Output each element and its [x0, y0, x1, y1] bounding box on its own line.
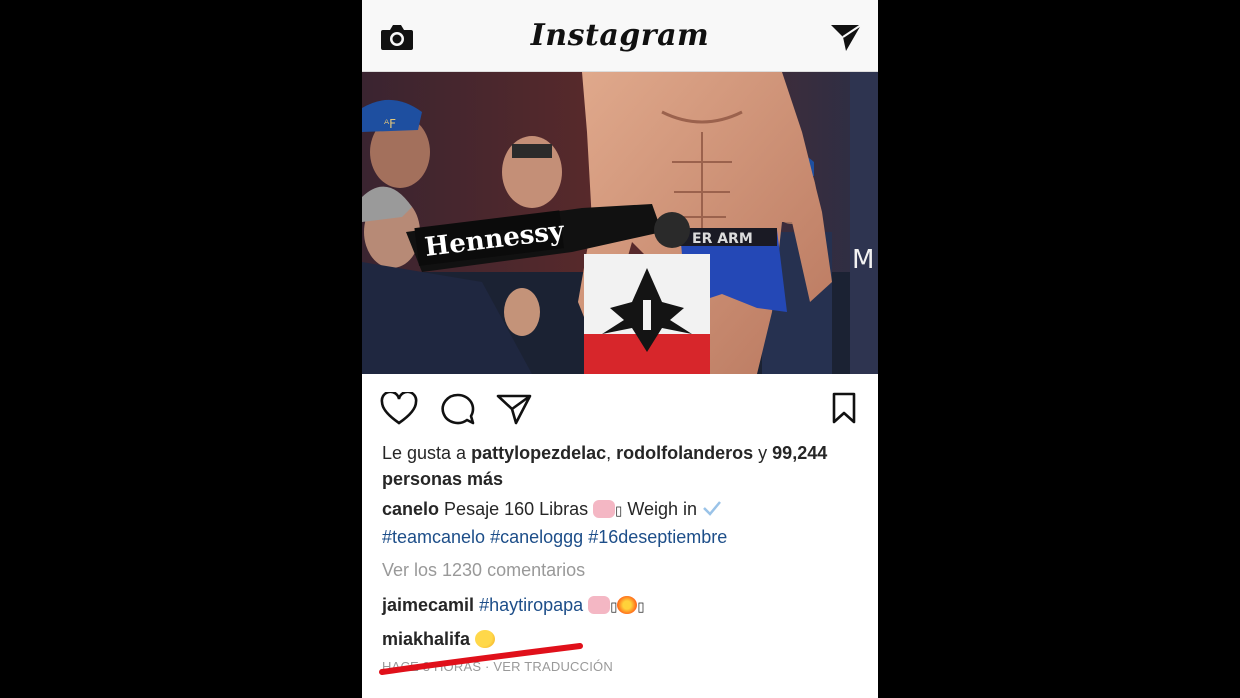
caption-text: Pesaje 160 Libras [444, 499, 589, 519]
hashtag-link[interactable]: #caneloggg [490, 527, 583, 547]
comment-row: jaimecamil #haytiropapa ▯ ▯ [382, 592, 862, 620]
red-underline-annotation [379, 643, 583, 675]
likes-suffix[interactable]: personas más [382, 469, 503, 489]
liker-username[interactable]: pattylopezdelac [471, 443, 606, 463]
heart-icon[interactable] [380, 392, 418, 426]
likes-and: y [753, 443, 773, 463]
comment-icon[interactable] [440, 392, 476, 426]
direct-message-icon[interactable] [829, 22, 863, 52]
collision-emoji-icon [617, 596, 638, 614]
instagram-app: Instagram ᴬF ER ARM Hennessy M Le gusta … [362, 0, 878, 698]
hashtag-link[interactable]: #16deseptiembre [588, 527, 727, 547]
likes-separator: , [606, 443, 617, 463]
action-bar [362, 392, 878, 426]
fist-emoji-icon [593, 500, 616, 518]
waistband-text: ER ARM [692, 231, 753, 247]
comment-hashtag[interactable]: #haytiropapa [479, 595, 583, 615]
comment-username[interactable]: jaimecamil [382, 595, 474, 615]
share-icon[interactable] [496, 392, 532, 426]
post-image[interactable]: ᴬF ᴬF ER ARM Henn [362, 72, 878, 374]
post-photo-illustration: ᴬF ᴬF ER ARM Henn [362, 72, 878, 374]
caption-username[interactable]: canelo [382, 499, 439, 519]
caption: canelo Pesaje 160 Libras ▯ Weigh in #tea… [382, 496, 862, 550]
liker-username[interactable]: rodolfolanderos [616, 443, 753, 463]
likes-count[interactable]: 99,244 [772, 443, 827, 463]
svg-text:ᴬF: ᴬF [384, 117, 396, 131]
background-letter: M [852, 245, 874, 275]
likes-text: Le gusta a pattylopezdelac, rodolfolande… [382, 440, 862, 492]
bookmark-icon[interactable] [830, 391, 858, 425]
check-mark-icon [703, 501, 722, 516]
fist-emoji-icon [588, 596, 611, 614]
caption-text-2: Weigh in [627, 499, 698, 519]
view-comments-link[interactable]: Ver los 1230 comentarios [382, 557, 862, 583]
top-bar: Instagram [362, 0, 878, 72]
hashtag-link[interactable]: #teamcanelo [382, 527, 485, 547]
missing-glyph-icon: ▯ [615, 503, 623, 518]
missing-glyph-icon: ▯ [637, 599, 645, 614]
missing-glyph-icon: ▯ [610, 599, 618, 614]
instagram-logo: Instagram [530, 18, 710, 53]
likes-prefix: Le gusta a [382, 443, 472, 463]
